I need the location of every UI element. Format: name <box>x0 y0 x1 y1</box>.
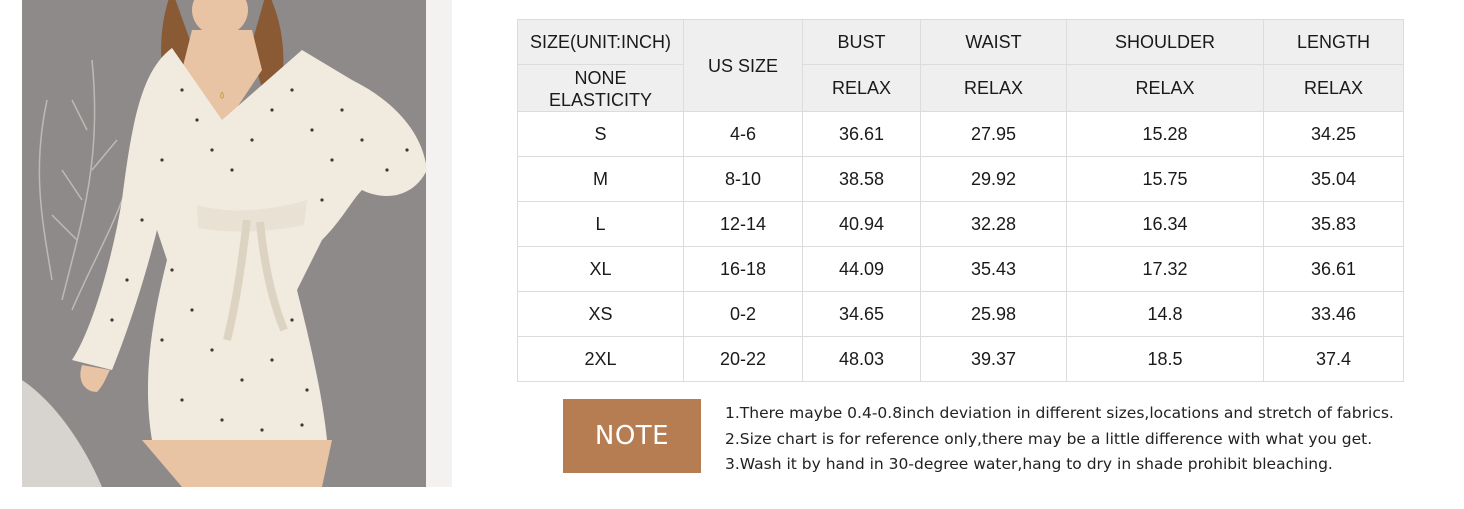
length-cell: 37.4 <box>1263 336 1404 382</box>
size-cell: M <box>517 156 684 202</box>
shoulder-cell: 15.75 <box>1066 156 1264 202</box>
size-unit-header: SIZE(UNIT:INCH) <box>517 19 684 65</box>
product-photo <box>22 0 452 487</box>
bust-cell: 34.65 <box>802 291 921 337</box>
waist-cell: 29.92 <box>920 156 1067 202</box>
length-cell: 35.83 <box>1263 201 1404 247</box>
table-row: XS 0-2 34.65 25.98 14.8 33.46 <box>517 291 1404 337</box>
bust-cell: 44.09 <box>802 246 921 292</box>
us-size-cell: 12-14 <box>683 201 803 247</box>
shoulder-fit-header: RELAX <box>1066 64 1264 112</box>
us-size-header: US SIZE <box>683 19 803 112</box>
table-subheader-row: NONE ELASTICITY RELAX RELAX RELAX RELAX <box>517 64 1404 112</box>
waist-cell: 27.95 <box>920 111 1067 157</box>
shoulder-cell: 16.34 <box>1066 201 1264 247</box>
elasticity-line-2: ELASTICITY <box>548 90 653 110</box>
shoulder-cell: 17.32 <box>1066 246 1264 292</box>
table-row: L 12-14 40.94 32.28 16.34 35.83 <box>517 201 1404 247</box>
note-line: 2.Size chart is for reference only,there… <box>725 429 1373 448</box>
shoulder-header: SHOULDER <box>1066 19 1264 65</box>
bust-cell: 38.58 <box>802 156 921 202</box>
bust-cell: 36.61 <box>802 111 921 157</box>
elasticity-header: NONE ELASTICITY <box>517 64 684 112</box>
bust-cell: 48.03 <box>802 336 921 382</box>
us-size-cell: 4-6 <box>683 111 803 157</box>
length-cell: 33.46 <box>1263 291 1404 337</box>
waist-cell: 35.43 <box>920 246 1067 292</box>
waist-fit-header: RELAX <box>920 64 1067 112</box>
size-cell: S <box>517 111 684 157</box>
bust-fit-header: RELAX <box>802 64 921 112</box>
table-row: S 4-6 36.61 27.95 15.28 34.25 <box>517 111 1404 157</box>
waist-header: WAIST <box>920 19 1067 65</box>
note-list: 1.There maybe 0.4-0.8inch deviation in d… <box>725 401 1425 478</box>
shoulder-cell: 18.5 <box>1066 336 1264 382</box>
table-row: 2XL 20-22 48.03 39.37 18.5 37.4 <box>517 336 1404 382</box>
shoulder-cell: 14.8 <box>1066 291 1264 337</box>
us-size-cell: 16-18 <box>683 246 803 292</box>
size-cell: L <box>517 201 684 247</box>
table-header-row: SIZE(UNIT:INCH) US SIZE BUST WAIST SHOUL… <box>517 19 1404 112</box>
length-fit-header: RELAX <box>1263 64 1404 112</box>
note-line: 1.There maybe 0.4-0.8inch deviation in d… <box>725 404 1394 422</box>
bust-cell: 40.94 <box>802 201 921 247</box>
dress-model-illustration <box>22 0 452 487</box>
size-cell: XL <box>517 246 684 292</box>
length-cell: 36.61 <box>1263 246 1404 292</box>
table-row: XL 16-18 44.09 35.43 17.32 36.61 <box>517 246 1404 292</box>
size-cell: 2XL <box>517 336 684 382</box>
us-size-cell: 8-10 <box>683 156 803 202</box>
size-chart-table: SIZE(UNIT:INCH) US SIZE BUST WAIST SHOUL… <box>517 19 1404 382</box>
elasticity-line-1: NONE <box>574 68 627 88</box>
waist-cell: 25.98 <box>920 291 1067 337</box>
length-header: LENGTH <box>1263 19 1404 65</box>
length-cell: 35.04 <box>1263 156 1404 202</box>
us-size-cell: 0-2 <box>683 291 803 337</box>
size-cell: XS <box>517 291 684 337</box>
note-line: 3.Wash it by hand in 30-degree water,han… <box>725 455 1333 473</box>
length-cell: 34.25 <box>1263 111 1404 157</box>
waist-cell: 39.37 <box>920 336 1067 382</box>
note-badge: NOTE <box>563 399 701 473</box>
shoulder-cell: 15.28 <box>1066 111 1264 157</box>
us-size-cell: 20-22 <box>683 336 803 382</box>
bust-header: BUST <box>802 19 921 65</box>
table-row: M 8-10 38.58 29.92 15.75 35.04 <box>517 156 1404 202</box>
waist-cell: 32.28 <box>920 201 1067 247</box>
